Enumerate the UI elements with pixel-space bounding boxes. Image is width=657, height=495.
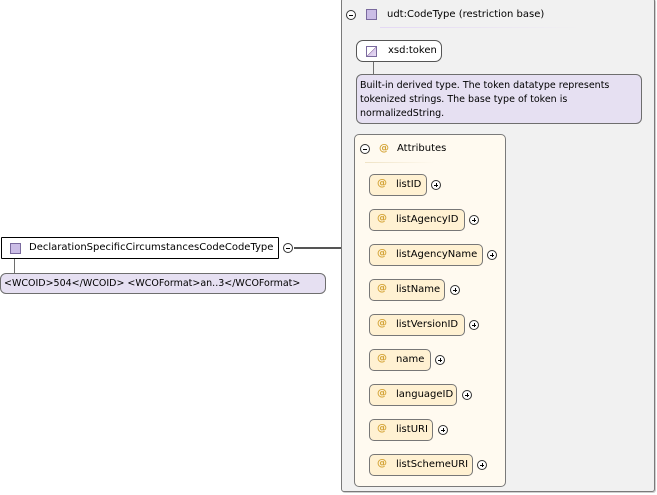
- complex-type-icon: [366, 9, 377, 20]
- attribute-listname[interactable]: @ listName: [369, 279, 445, 301]
- attribute-icon: @: [377, 248, 387, 259]
- attribute-listagencyname[interactable]: @ listAgencyName: [369, 244, 483, 266]
- simple-type-icon: [366, 46, 377, 57]
- token-description: Built-in derived type. The token datatyp…: [356, 74, 642, 124]
- attributes-title: Attributes: [397, 143, 447, 154]
- expand-icon[interactable]: [469, 215, 479, 225]
- attributes-divider: [365, 162, 435, 163]
- expand-icon[interactable]: [435, 355, 445, 365]
- attribute-name: name: [396, 354, 425, 365]
- type-annotation: <WCOID>504</WCOID> <WCOFormat>an..3</WCO…: [0, 273, 326, 294]
- type-name: DeclarationSpecificCircumstancesCodeCode…: [29, 242, 274, 253]
- restriction-header: udt:CodeType (restriction base): [387, 9, 545, 20]
- header-divider: [380, 27, 580, 28]
- attribute-icon: @: [377, 283, 387, 294]
- attribute-listschemeuri[interactable]: @ listSchemeURI: [369, 454, 473, 476]
- expand-icon[interactable]: [438, 425, 448, 435]
- attribute-icon: @: [377, 423, 387, 434]
- attribute-icon: @: [377, 178, 387, 189]
- attributes-collapse-icon[interactable]: [360, 144, 370, 154]
- expand-icon[interactable]: [462, 390, 472, 400]
- attribute-icon: @: [377, 388, 387, 399]
- attribute-name: listSchemeURI: [396, 459, 469, 470]
- collapse-icon[interactable]: [346, 10, 356, 20]
- attribute-name: listAgencyName: [396, 249, 478, 260]
- expand-icon[interactable]: [431, 180, 441, 190]
- connector-line: [294, 247, 342, 249]
- token-label: xsd:token: [388, 45, 437, 56]
- attribute-name: listURI: [396, 424, 428, 435]
- attribute-listid[interactable]: @ listID: [369, 174, 427, 196]
- attribute-listagencyid[interactable]: @ listAgencyID: [369, 209, 465, 231]
- attribute-name-entry[interactable]: @ name: [369, 349, 431, 371]
- attribute-languageid[interactable]: @ languageID: [369, 384, 457, 406]
- complex-type-icon: [10, 243, 21, 254]
- attribute-name: listAgencyID: [396, 214, 459, 225]
- type-stem: [14, 259, 15, 273]
- attribute-symbol-icon: @: [379, 143, 389, 154]
- attribute-name: listID: [396, 179, 422, 190]
- token-description-line-2: tokenized strings. The base type of toke…: [360, 94, 568, 105]
- token-description-line-1: Built-in derived type. The token datatyp…: [360, 80, 610, 91]
- attribute-name: listVersionID: [396, 319, 459, 330]
- token-description-line-3: normalizedString.: [360, 108, 445, 119]
- type-collapse-icon[interactable]: [283, 243, 293, 253]
- expand-icon[interactable]: [450, 285, 460, 295]
- attribute-icon: @: [377, 318, 387, 329]
- expand-icon[interactable]: [487, 250, 497, 260]
- attribute-name: languageID: [396, 389, 454, 400]
- attribute-listuri[interactable]: @ listURI: [369, 419, 433, 441]
- token-stem: [373, 62, 374, 74]
- attribute-name: listName: [396, 284, 441, 295]
- token-type-box[interactable]: xsd:token: [356, 40, 442, 62]
- expand-icon[interactable]: [477, 460, 487, 470]
- expand-icon[interactable]: [469, 320, 479, 330]
- attribute-icon: @: [377, 353, 387, 364]
- attribute-icon: @: [377, 458, 387, 469]
- attribute-icon: @: [377, 213, 387, 224]
- attribute-listversionid[interactable]: @ listVersionID: [369, 314, 465, 336]
- complex-type-box[interactable]: DeclarationSpecificCircumstancesCodeCode…: [1, 237, 279, 259]
